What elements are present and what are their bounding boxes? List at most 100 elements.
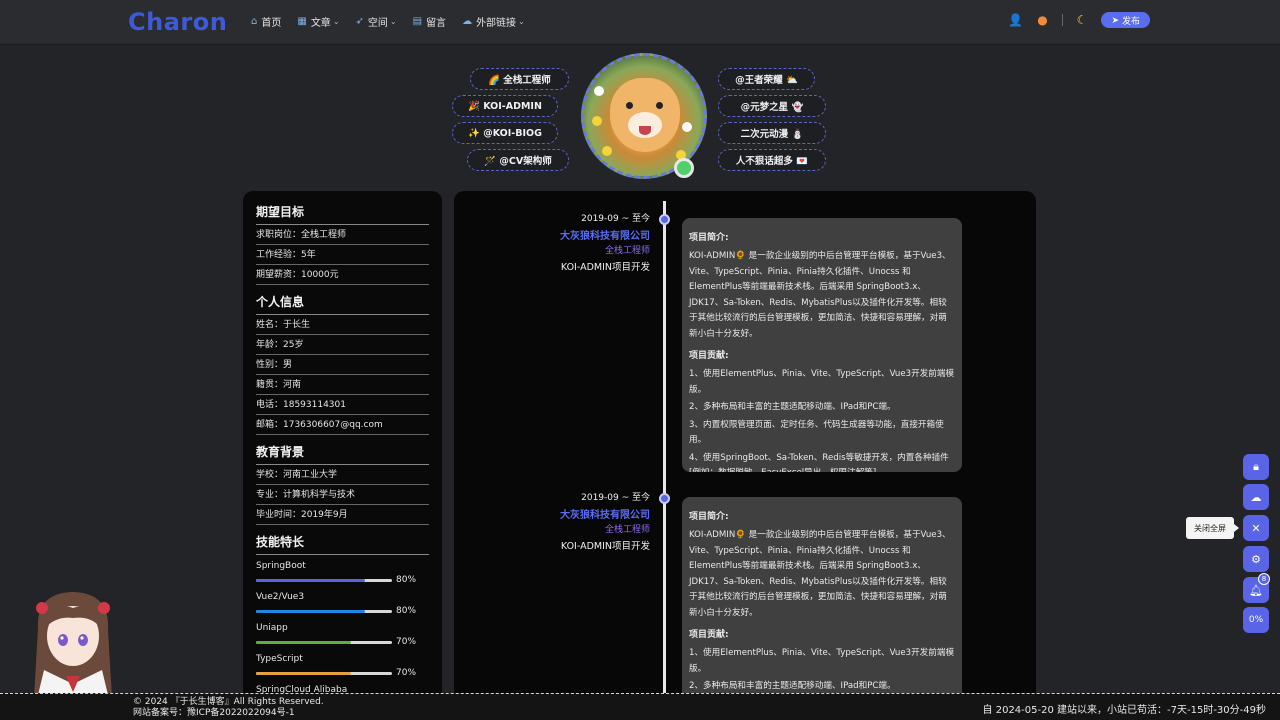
hero-tag: 🎉 KOI-ADMIN bbox=[452, 95, 558, 117]
settings-button[interactable]: ⚙ bbox=[1243, 546, 1269, 572]
skill-item: SpringBoot 80% bbox=[256, 561, 429, 586]
skill-item: Vue2/Vue3 80% bbox=[256, 592, 429, 617]
skill-item: TypeScript 70% bbox=[256, 654, 429, 679]
skill-name: Uniapp bbox=[256, 623, 288, 633]
skill-percent: 70% bbox=[396, 668, 417, 678]
timeline-dot bbox=[659, 214, 670, 225]
nav-item-1[interactable]: ▦ 文章 ⌄ bbox=[297, 14, 339, 29]
contribution-item: 2、多种布局和丰富的主题适配移动端、IPad和PC端。 bbox=[689, 402, 896, 412]
info-row: 年龄：25岁 bbox=[256, 335, 429, 355]
site-logo[interactable]: Charon bbox=[128, 8, 227, 36]
info-row: 邮箱：1736306607@qq.com bbox=[256, 415, 429, 435]
info-row: 姓名：于长生 bbox=[256, 315, 429, 335]
skill-percent: 80% bbox=[396, 606, 417, 616]
project-intro: KOI-ADMIN🌻 是一款企业级别的中后台管理平台模板，基于Vue3、Vite… bbox=[689, 251, 951, 339]
skill-progress-fill bbox=[256, 578, 365, 582]
skill-progress-fill bbox=[256, 609, 365, 613]
skill-progress-bar bbox=[256, 640, 392, 644]
online-status-dot bbox=[674, 158, 694, 178]
skill-progress-fill bbox=[256, 671, 352, 675]
info-row: 学校：河南工业大学 bbox=[256, 465, 429, 485]
nav-item-4[interactable]: ☁ 外部链接 ⌄ bbox=[462, 14, 525, 29]
contribution-item: 1、使用ElementPlus、Pinia、Vite、TypeScript、Vu… bbox=[689, 648, 955, 674]
experience-timeline: 2019-09 ~ 至今 大灰狼科技有限公司 全栈工程师 KOI-ADMIN项目开发项… bbox=[454, 191, 1036, 701]
project-name: KOI-ADMIN项目开发 bbox=[560, 262, 650, 273]
moon-icon[interactable]: ☾ bbox=[1077, 13, 1088, 27]
publish-button[interactable]: ➤ 发布 bbox=[1101, 12, 1150, 28]
project-card: 项目简介: KOI-ADMIN🌻 是一款企业级别的中后台管理平台模板，基于Vue3… bbox=[682, 497, 962, 701]
notification-badge: 8 bbox=[1258, 573, 1270, 585]
top-navbar: Charon ⌂ 首页 ▦ 文章 ⌄ ➶ 空间 ⌄ ▤ 留言 ☁ 外部链接 ⌄ 👤 ● ☾ ➤ 发布 bbox=[0, 0, 1280, 45]
info-row: 籍贯：河南 bbox=[256, 375, 429, 395]
skill-percent: 80% bbox=[396, 575, 417, 585]
rocket-icon: ➶ bbox=[355, 16, 364, 27]
article-icon: ▦ bbox=[297, 16, 307, 27]
company-name: 大灰狼科技有限公司 bbox=[560, 231, 650, 242]
hero-tag: @元梦之星 👻 bbox=[718, 95, 826, 117]
uptime-text: 自 2024-05-20 建站以来，小站已苟活：-7天-15时-30分-49秒 bbox=[982, 705, 1266, 716]
job-date: 2019-09 ~ 至今 bbox=[581, 214, 650, 224]
nav-item-label: 空间 bbox=[367, 18, 388, 29]
skill-progress-bar bbox=[256, 609, 392, 613]
chevron-down-icon: ⌄ bbox=[518, 17, 525, 26]
section-title: 教育背景 bbox=[256, 443, 429, 465]
icp-link[interactable]: 网站备案号：豫ICP备2022022094号-1 bbox=[133, 708, 324, 719]
card-heading: 项目贡献: bbox=[689, 351, 729, 361]
link-icon: ☁ bbox=[462, 16, 473, 27]
section-title: 个人信息 bbox=[256, 293, 429, 315]
dog-photo bbox=[610, 78, 680, 152]
nav-menu: ⌂ 首页 ▦ 文章 ⌄ ➶ 空间 ⌄ ▤ 留言 ☁ 外部链接 ⌄ bbox=[251, 14, 541, 29]
scroll-progress-button[interactable]: 0% bbox=[1243, 607, 1269, 633]
job-role: 全栈工程师 bbox=[604, 525, 650, 535]
nav-item-label: 留言 bbox=[426, 18, 447, 29]
timeline-meta: 2019-09 ~ 至今大灰狼科技有限公司全栈工程师 KOI-ADMIN项目开发 bbox=[560, 211, 650, 275]
project-card: 项目简介: KOI-ADMIN🌻 是一款企业级别的中后台管理平台模板，基于Vue3… bbox=[682, 218, 962, 472]
nav-item-0[interactable]: ⌂ 首页 bbox=[251, 14, 281, 29]
timeline-line bbox=[663, 201, 666, 701]
nav-actions: 👤 ● ☾ ➤ 发布 bbox=[1008, 12, 1150, 28]
user-icon[interactable]: 👤 bbox=[1008, 13, 1023, 27]
footer: © 2024 『于长生博客』All Rights Reserved. 网站备案号… bbox=[0, 693, 1280, 720]
card-heading: 项目贡献: bbox=[689, 630, 729, 640]
contribution-item: 1、使用ElementPlus、Pinia、Vite、TypeScript、Vu… bbox=[689, 369, 955, 395]
nav-item-3[interactable]: ▤ 留言 bbox=[413, 14, 446, 29]
nav-item-label: 首页 bbox=[261, 18, 282, 29]
hero-tag: 🌈 全栈工程师 bbox=[470, 68, 569, 90]
hero-tag: @王者荣耀 ⛅ bbox=[718, 68, 815, 90]
skill-percent: 70% bbox=[396, 637, 417, 647]
chevron-down-icon: ⌄ bbox=[332, 17, 340, 26]
timeline-meta: 2019-09 ~ 至今大灰狼科技有限公司全栈工程师 KOI-ADMIN项目开发 bbox=[560, 490, 650, 554]
profile-hero: 🌈 全栈工程师 🎉 KOI-ADMIN ✨ @KOI-BIOG 🪄 @CV架构师… bbox=[0, 45, 1280, 190]
cloud-button[interactable]: ☁ bbox=[1243, 484, 1269, 510]
skill-progress-bar bbox=[256, 671, 392, 675]
project-name: KOI-ADMIN项目开发 bbox=[560, 541, 650, 552]
section-title: 期望目标 bbox=[256, 203, 429, 225]
exit-fullscreen-button[interactable]: ✕ bbox=[1243, 515, 1269, 541]
resume-info-panel: 期望目标 求职岗位：全栈工程师 工作经验：5年 期望薪资：10000元 个人信息 姓名：于… bbox=[243, 191, 442, 701]
hero-tag: 人不狠话超多 💌 bbox=[718, 149, 826, 171]
info-row: 电话：18593114301 bbox=[256, 395, 429, 415]
lock-button[interactable]: 🔒︎ bbox=[1243, 454, 1269, 480]
message-icon: ▤ bbox=[412, 16, 423, 27]
nav-item-2[interactable]: ➶ 空间 ⌄ bbox=[356, 14, 397, 29]
hero-tag: ✨ @KOI-BIOG bbox=[452, 122, 558, 144]
company-name: 大灰狼科技有限公司 bbox=[560, 510, 650, 521]
job-date: 2019-09 ~ 至今 bbox=[581, 493, 650, 503]
copyright-text: © 2024 『于长生博客』All Rights Reserved. bbox=[133, 697, 324, 707]
contribution-item: 3、内置权限管理页面、定时任务、代码生成器等功能，直接开箱使用。 bbox=[689, 419, 944, 446]
skill-name: SpringBoot bbox=[256, 561, 306, 571]
skill-progress-fill bbox=[256, 640, 352, 644]
footer-left: © 2024 『于长生博客』All Rights Reserved. 网站备案号… bbox=[133, 697, 324, 719]
skill-name: Vue2/Vue3 bbox=[256, 592, 305, 602]
info-row: 工作经验：5年 bbox=[256, 245, 429, 265]
info-row: 性别：男 bbox=[256, 355, 429, 375]
nav-item-label: 外部链接 bbox=[476, 18, 517, 29]
nav-divider bbox=[1061, 14, 1063, 26]
info-row: 毕业时间：2019年9月 bbox=[256, 505, 429, 525]
avatar[interactable]: ● bbox=[1037, 13, 1047, 27]
skill-item: Uniapp 70% bbox=[256, 623, 429, 648]
job-role: 全栈工程师 bbox=[604, 246, 650, 256]
send-icon: ➤ bbox=[1111, 14, 1119, 25]
skill-progress-bar bbox=[256, 578, 392, 582]
contribution-item: 4、使用SpringBoot、Sa-Token、Redis等敏捷开发，内置各种插… bbox=[689, 452, 949, 473]
